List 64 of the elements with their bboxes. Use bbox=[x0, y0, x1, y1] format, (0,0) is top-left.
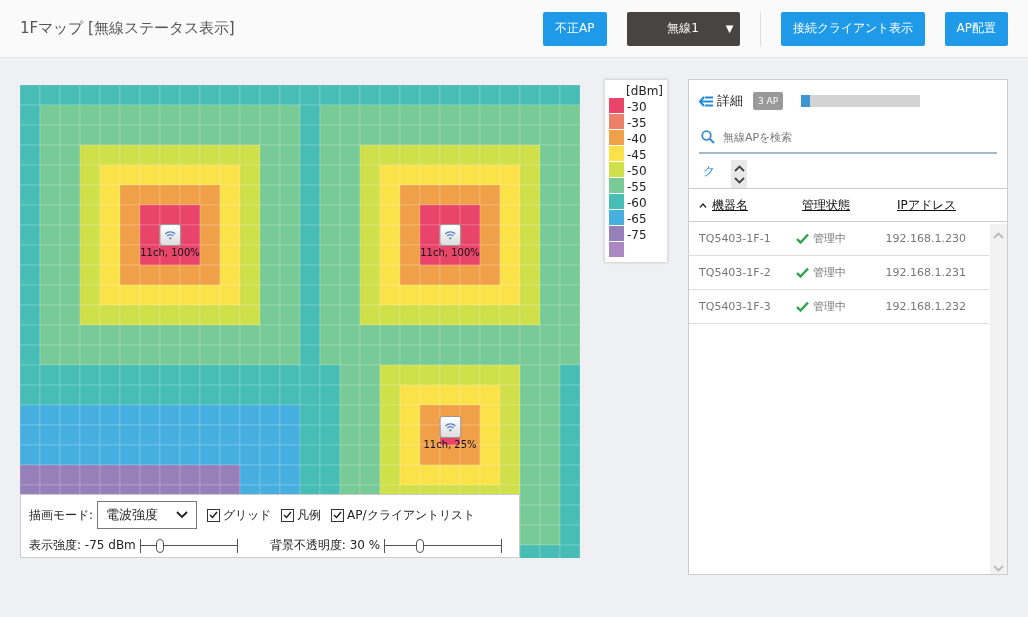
checkmark-icon bbox=[796, 233, 809, 244]
ip-address: 192.168.1.231 bbox=[885, 266, 967, 279]
checkbox[interactable] bbox=[281, 508, 295, 522]
wifi-icon bbox=[444, 422, 456, 432]
checkbox[interactable] bbox=[207, 508, 221, 522]
access-point-marker[interactable] bbox=[159, 224, 181, 246]
legend-label: -40 bbox=[627, 132, 647, 146]
slider-track[interactable] bbox=[384, 538, 503, 553]
ip-address: 192.168.1.230 bbox=[885, 232, 967, 245]
search-icon bbox=[701, 130, 715, 144]
checkmark-icon bbox=[796, 267, 809, 278]
legend-title: [dBm] bbox=[625, 84, 663, 98]
mode-select[interactable]: 電波強度 bbox=[97, 501, 198, 529]
legend-label: -60 bbox=[627, 196, 647, 210]
checkbox[interactable] bbox=[331, 508, 345, 522]
slider-track[interactable] bbox=[139, 538, 238, 553]
chevron-down-icon bbox=[176, 511, 189, 519]
device-name: TQ5403-1F-3 bbox=[699, 300, 772, 313]
column-header[interactable]: IPアドレス bbox=[897, 196, 956, 214]
text-link[interactable]: ク bbox=[703, 163, 715, 188]
access-point-marker[interactable] bbox=[439, 224, 461, 246]
status-text: 管理中 bbox=[813, 231, 846, 246]
search-field[interactable]: 無線APを検索 bbox=[721, 129, 997, 145]
ip-address: 192.168.1.232 bbox=[885, 300, 967, 313]
sort-caret-icon bbox=[699, 202, 707, 208]
checkbox-label: 凡例 bbox=[297, 506, 322, 524]
legend-label: -65 bbox=[627, 212, 647, 226]
device-name: TQ5403-1F-2 bbox=[699, 266, 772, 279]
access-point-marker[interactable] bbox=[439, 416, 461, 438]
panel-title: 詳細 bbox=[717, 92, 743, 110]
ap-count-badge: 3 AP bbox=[753, 92, 784, 110]
access-point-label: 11ch, 100% bbox=[140, 247, 200, 258]
radio-select[interactable]: 無線1 ▼ bbox=[626, 11, 740, 46]
legend-label: -45 bbox=[627, 148, 647, 162]
page-title: 1Fマップ [無線ステータス表示] bbox=[20, 19, 236, 38]
slider-thumb[interactable] bbox=[156, 538, 164, 553]
wifi-icon bbox=[444, 230, 456, 240]
status-text: 管理中 bbox=[813, 299, 846, 314]
chevron-up-icon bbox=[993, 232, 1004, 239]
slider-reading: 表示強度: -75 dBm bbox=[29, 537, 136, 554]
device-name: TQ5403-1F-1 bbox=[699, 232, 772, 245]
mode-label: 描画モード: bbox=[29, 506, 94, 524]
checkmark-icon bbox=[796, 301, 809, 312]
chevron-down-icon bbox=[733, 176, 745, 184]
legend-label: -75 bbox=[627, 228, 647, 242]
scrollbar[interactable] bbox=[990, 224, 1007, 574]
collapse-arrow-icon[interactable] bbox=[699, 95, 713, 107]
legend-label: -55 bbox=[627, 180, 647, 194]
legend-label: -30 bbox=[627, 100, 647, 114]
wifi-icon bbox=[164, 230, 176, 240]
slider-thumb[interactable] bbox=[415, 538, 424, 553]
legend-label: -50 bbox=[627, 164, 647, 178]
access-point-label: 11ch, 25% bbox=[423, 439, 477, 450]
legend-label: -35 bbox=[627, 116, 647, 130]
status-text: 管理中 bbox=[813, 265, 846, 280]
scroll-spinner[interactable] bbox=[731, 160, 747, 188]
access-point-label: 11ch, 100% bbox=[420, 247, 480, 258]
chevron-down-icon bbox=[993, 565, 1004, 572]
chevron-up-icon bbox=[733, 164, 745, 172]
column-header[interactable]: 機器名 bbox=[699, 196, 748, 214]
checkbox-label: AP/クライアントリスト bbox=[347, 506, 475, 524]
slider-reading: 背景不透明度: 30 % bbox=[269, 537, 381, 554]
checkbox-label: グリッド bbox=[223, 506, 272, 524]
caret-icon: ▼ bbox=[725, 23, 734, 34]
